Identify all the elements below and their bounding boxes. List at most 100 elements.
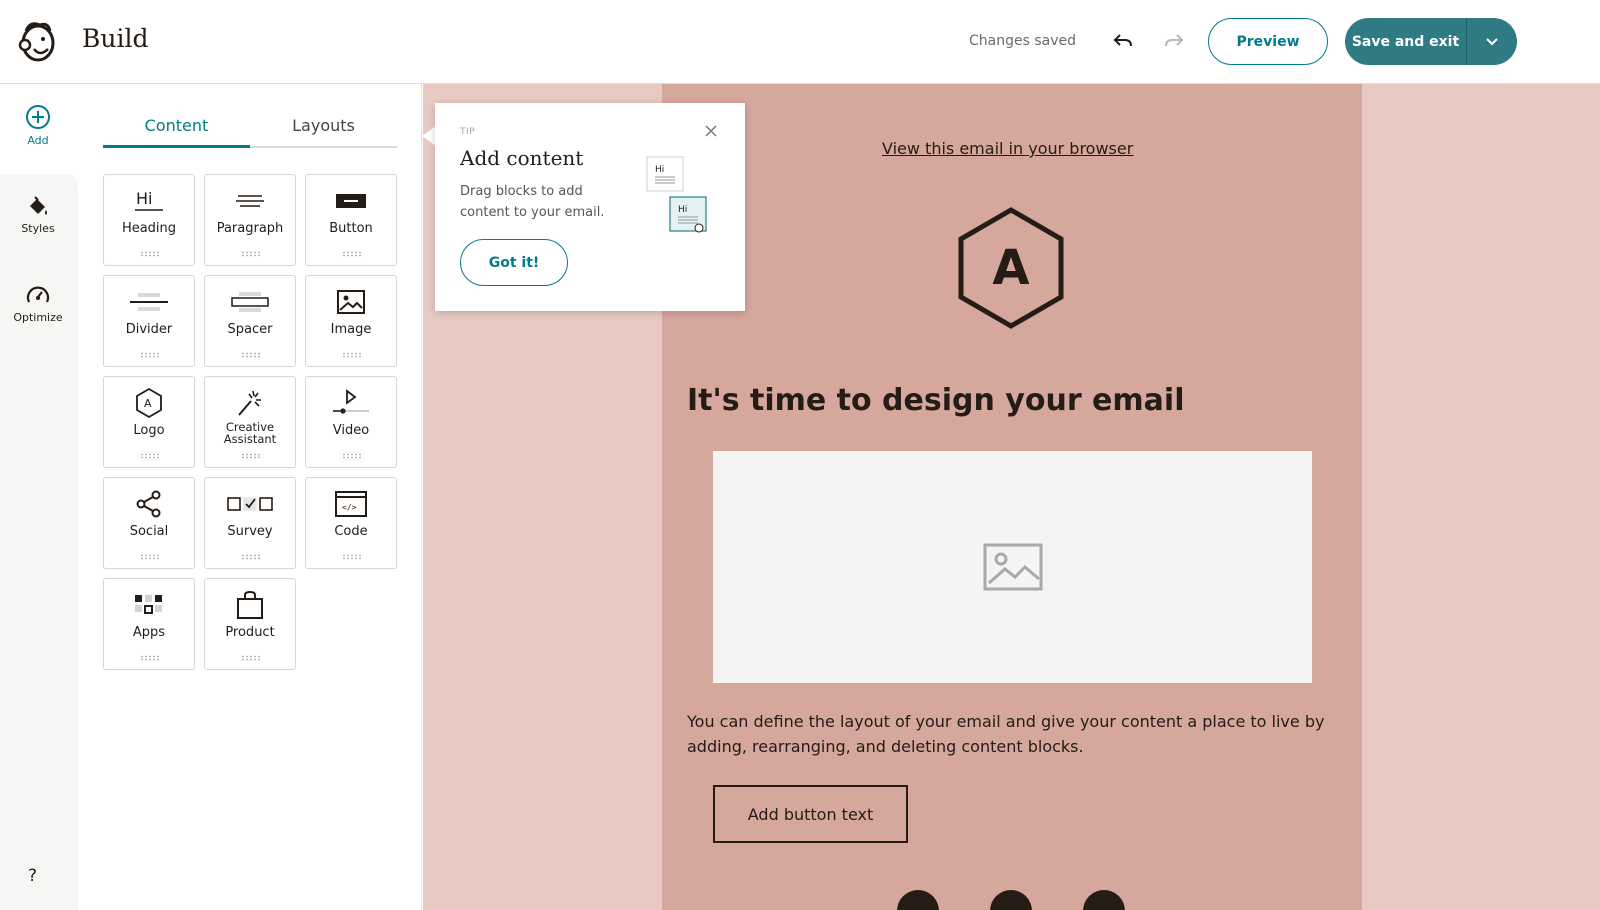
block-label: Video bbox=[332, 423, 370, 438]
email-logo-block[interactable]: A bbox=[955, 206, 1067, 330]
block-label: Creative Assistant bbox=[223, 420, 277, 446]
tab-layouts[interactable]: Layouts bbox=[250, 108, 397, 146]
undo-icon bbox=[1113, 34, 1132, 47]
paint-bucket-icon bbox=[30, 196, 47, 215]
block-social[interactable]: Social bbox=[103, 477, 195, 569]
tip-popover: TIP Add content Drag blocks to add conte… bbox=[435, 103, 745, 311]
paragraph-icon bbox=[236, 195, 264, 207]
drag-handle-icon bbox=[241, 453, 261, 459]
svg-text:Hi: Hi bbox=[136, 189, 152, 208]
image-placeholder[interactable] bbox=[713, 451, 1312, 683]
top-bar: Build Changes saved Preview Save and exi… bbox=[0, 0, 1600, 84]
illus-text-2: Hi bbox=[678, 205, 687, 215]
magic-wand-icon bbox=[238, 390, 261, 416]
chevron-down-icon bbox=[1486, 37, 1498, 45]
save-status: Changes saved bbox=[969, 33, 1077, 49]
block-button[interactable]: Button bbox=[305, 174, 397, 266]
help-button[interactable]: ? bbox=[28, 866, 37, 886]
tip-title: Add content bbox=[460, 146, 584, 170]
block-creative-assistant[interactable]: Creative Assistant bbox=[204, 376, 296, 468]
close-icon[interactable] bbox=[703, 123, 719, 139]
drag-handle-icon bbox=[241, 554, 261, 560]
block-paragraph[interactable]: Paragraph bbox=[204, 174, 296, 266]
block-label: Product bbox=[225, 625, 275, 640]
drag-handle-icon bbox=[241, 655, 261, 661]
block-label: Code bbox=[334, 524, 368, 539]
block-heading[interactable]: Hi Heading bbox=[103, 174, 195, 266]
rail-styles-button[interactable]: Styles bbox=[0, 194, 76, 235]
drag-handle-icon bbox=[140, 453, 160, 459]
email-headline[interactable]: It's time to design your email bbox=[687, 383, 1184, 418]
rail-add-label: Add bbox=[27, 134, 49, 147]
block-label: Image bbox=[330, 322, 372, 337]
mailchimp-logo-icon[interactable] bbox=[16, 19, 58, 63]
button-icon bbox=[336, 194, 366, 208]
block-spacer[interactable]: Spacer bbox=[204, 275, 296, 367]
shopping-bag-icon bbox=[237, 590, 263, 619]
block-label: Button bbox=[329, 221, 373, 236]
block-label: Apps bbox=[132, 625, 166, 640]
save-button-group: Save and exit bbox=[1345, 18, 1517, 65]
email-cta-button[interactable]: Add button text bbox=[713, 785, 908, 843]
undo-button[interactable] bbox=[1110, 28, 1136, 54]
block-logo[interactable]: A Logo bbox=[103, 376, 195, 468]
redo-button[interactable] bbox=[1161, 28, 1187, 54]
drag-handle-icon bbox=[342, 251, 362, 257]
image-icon bbox=[337, 290, 365, 314]
apps-icon bbox=[135, 595, 162, 614]
gauge-icon bbox=[26, 286, 50, 303]
tip-arrow bbox=[422, 126, 436, 146]
drag-handle-icon bbox=[342, 453, 362, 459]
block-code[interactable]: </> Code bbox=[305, 477, 397, 569]
svg-text:</>: </> bbox=[342, 503, 357, 512]
block-product[interactable]: Product bbox=[204, 578, 296, 670]
tip-label: TIP bbox=[460, 127, 476, 137]
save-and-exit-button[interactable]: Save and exit bbox=[1345, 18, 1467, 65]
block-apps[interactable]: Apps bbox=[103, 578, 195, 670]
drag-handle-icon bbox=[140, 251, 160, 257]
block-video[interactable]: Video bbox=[305, 376, 397, 468]
block-survey[interactable]: Survey bbox=[204, 477, 296, 569]
rail-optimize-label: Optimize bbox=[13, 311, 63, 324]
view-in-browser-link[interactable]: View this email in your browser bbox=[882, 139, 1133, 158]
tab-content[interactable]: Content bbox=[103, 108, 250, 148]
divider-icon bbox=[130, 293, 168, 311]
drag-handle-icon bbox=[140, 554, 160, 560]
video-icon bbox=[333, 389, 369, 414]
survey-icon bbox=[227, 497, 273, 511]
block-label: Heading bbox=[121, 221, 177, 236]
block-label: Logo bbox=[133, 423, 165, 438]
add-circle-icon bbox=[26, 105, 50, 129]
block-label: Survey bbox=[227, 524, 273, 539]
rail-add-button[interactable]: Add bbox=[0, 104, 76, 147]
tip-body: Drag blocks to add content to your email… bbox=[460, 184, 605, 220]
rail-styles-label: Styles bbox=[21, 222, 55, 235]
image-icon bbox=[983, 543, 1042, 591]
drag-handle-icon bbox=[140, 655, 160, 661]
drag-handle-icon bbox=[140, 352, 160, 358]
got-it-button[interactable]: Got it! bbox=[460, 239, 568, 286]
panel-tabs: Content Layouts bbox=[103, 108, 397, 148]
preview-button[interactable]: Preview bbox=[1208, 18, 1328, 65]
email-body-text[interactable]: You can define the layout of your email … bbox=[687, 709, 1337, 759]
drag-handle-icon bbox=[342, 352, 362, 358]
drag-handle-icon bbox=[241, 352, 261, 358]
rail-optimize-button[interactable]: Optimize bbox=[0, 283, 76, 324]
block-image[interactable]: Image bbox=[305, 275, 397, 367]
block-label: Divider bbox=[125, 322, 173, 337]
spacer-icon bbox=[231, 292, 269, 312]
redo-icon bbox=[1165, 34, 1184, 47]
share-icon bbox=[136, 490, 161, 518]
block-divider[interactable]: Divider bbox=[103, 275, 195, 367]
drag-handle-icon bbox=[241, 251, 261, 257]
logo-letter: A bbox=[992, 240, 1029, 296]
heading-icon: Hi bbox=[135, 189, 163, 211]
logo-icon: A bbox=[136, 387, 162, 419]
block-label: Social bbox=[129, 524, 169, 539]
drag-handle-icon bbox=[342, 554, 362, 560]
block-label: Paragraph bbox=[216, 221, 284, 236]
svg-text:A: A bbox=[144, 397, 152, 410]
code-icon: </> bbox=[335, 491, 367, 517]
save-options-dropdown[interactable] bbox=[1467, 18, 1517, 65]
illus-text-1: Hi bbox=[655, 165, 664, 175]
